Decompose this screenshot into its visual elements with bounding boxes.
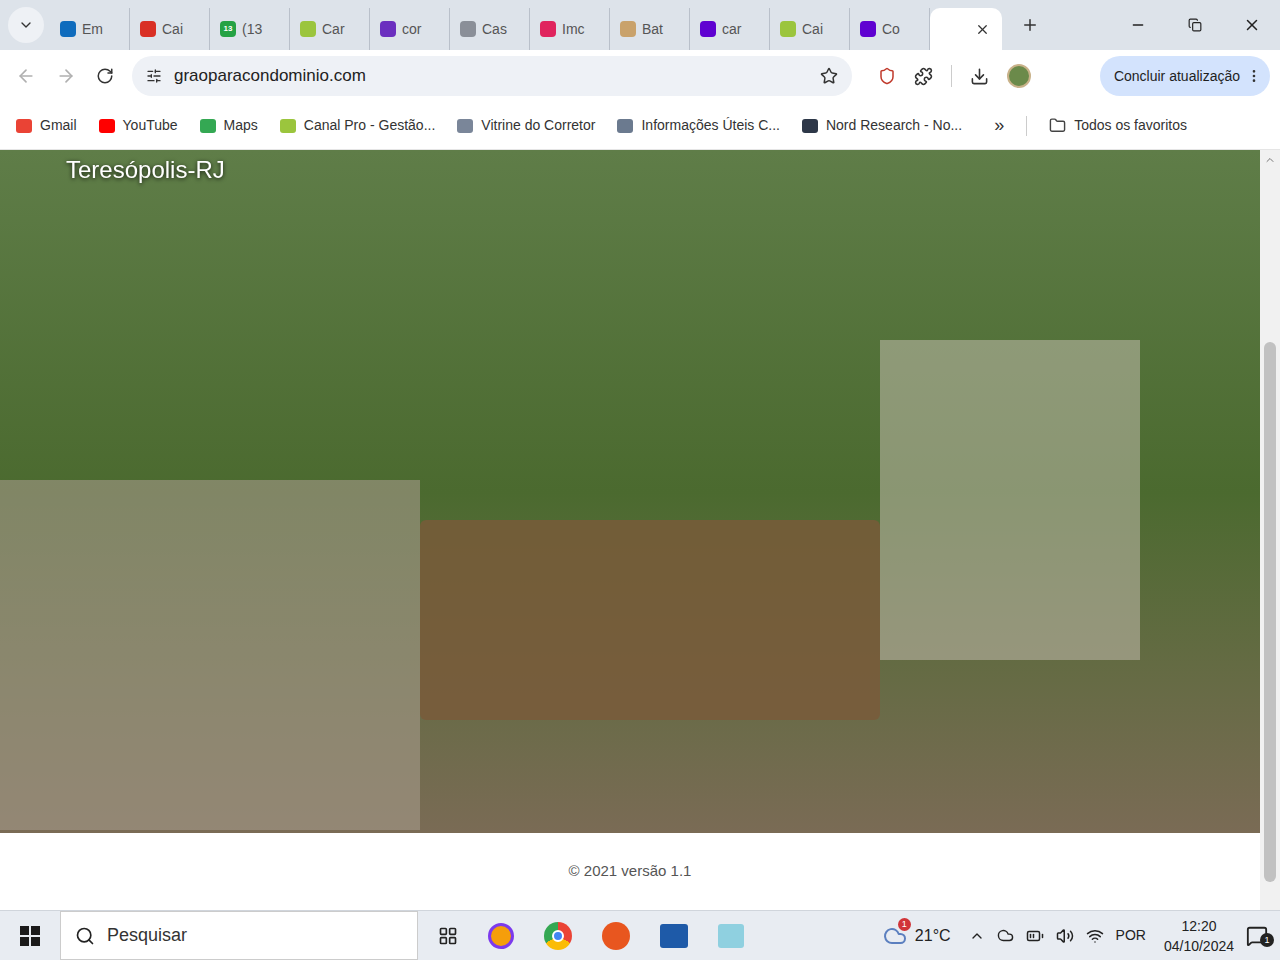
tab[interactable]: Car bbox=[290, 8, 370, 50]
tab[interactable]: 13(13 bbox=[210, 8, 290, 50]
task-view-icon[interactable] bbox=[438, 926, 458, 946]
bookmark-icon bbox=[457, 119, 473, 133]
taskbar: Pesquisar 121°C POR 12:2004/10/2024 1 bbox=[0, 910, 1280, 960]
extension-icon[interactable] bbox=[878, 67, 896, 85]
bookmark-icon bbox=[99, 119, 115, 133]
tab[interactable] bbox=[930, 8, 1002, 50]
favicon-icon bbox=[540, 21, 556, 37]
volume-icon[interactable] bbox=[1056, 927, 1074, 945]
scrollbar[interactable] bbox=[1260, 150, 1280, 910]
page: Teresópolis-RJ © 2021 versão 1.1 bbox=[0, 150, 1280, 910]
scroll-thumb[interactable] bbox=[1264, 342, 1276, 882]
site-info-icon[interactable] bbox=[146, 68, 162, 84]
tab[interactable]: cor bbox=[370, 8, 450, 50]
tab[interactable]: Co bbox=[850, 8, 930, 50]
tab[interactable]: Em bbox=[50, 8, 130, 50]
address-bar[interactable]: graoparacondominio.com bbox=[132, 56, 852, 96]
minimize-button[interactable] bbox=[1109, 0, 1166, 50]
bookmarks-overflow[interactable]: » bbox=[994, 112, 1004, 139]
restore-button[interactable] bbox=[1166, 0, 1223, 50]
search-icon bbox=[75, 926, 95, 946]
notifications[interactable]: 1 bbox=[1234, 925, 1280, 947]
profile-avatar[interactable] bbox=[1007, 64, 1031, 88]
bookmark[interactable]: Gmail bbox=[16, 115, 77, 136]
tab-search-button[interactable] bbox=[8, 7, 44, 43]
app-icon[interactable] bbox=[488, 923, 514, 949]
bookmark[interactable]: Informações Úteis C... bbox=[617, 115, 780, 136]
toolbar: graoparacondominio.com Concluir atualizaç… bbox=[0, 50, 1280, 102]
bookmark[interactable]: Vitrine do Corretor bbox=[457, 115, 595, 136]
tab[interactable]: Cai bbox=[130, 8, 210, 50]
favicon-icon bbox=[620, 21, 636, 37]
plus-icon bbox=[1021, 16, 1039, 34]
bookmark[interactable]: Maps bbox=[200, 115, 258, 136]
favicon-icon: 13 bbox=[220, 21, 236, 37]
favicon-icon bbox=[860, 21, 876, 37]
chevron-down-icon bbox=[18, 17, 34, 33]
clock[interactable]: 12:2004/10/2024 bbox=[1164, 916, 1234, 956]
reload-icon[interactable] bbox=[96, 67, 114, 85]
forward-icon[interactable] bbox=[56, 66, 76, 86]
tab[interactable]: car bbox=[690, 8, 770, 50]
app-icon[interactable] bbox=[602, 922, 630, 950]
bookmarks-bar: Gmail YouTube Maps Canal Pro - Gestão... Vit… bbox=[0, 102, 1280, 150]
notification-badge: 1 bbox=[1260, 933, 1274, 947]
bookmark-icon bbox=[200, 119, 216, 133]
minimize-icon bbox=[1130, 17, 1146, 33]
favicon-icon bbox=[380, 21, 396, 37]
close-window-button[interactable] bbox=[1223, 0, 1280, 50]
favicon-icon bbox=[140, 21, 156, 37]
battery-icon[interactable] bbox=[1026, 927, 1044, 945]
folder-icon bbox=[1049, 117, 1066, 134]
all-bookmarks[interactable]: Todos os favoritos bbox=[1049, 115, 1187, 136]
download-icon[interactable] bbox=[970, 67, 989, 86]
hero-photo: Teresópolis-RJ bbox=[0, 150, 1260, 833]
new-tab-button[interactable] bbox=[1014, 9, 1046, 41]
update-button[interactable]: Concluir atualização bbox=[1100, 56, 1270, 96]
weather[interactable]: 121°C bbox=[883, 924, 951, 948]
bookmark-icon bbox=[280, 119, 296, 133]
bookmark[interactable]: YouTube bbox=[99, 115, 178, 136]
onedrive-icon[interactable] bbox=[997, 927, 1014, 944]
chrome-icon[interactable] bbox=[544, 922, 572, 950]
scroll-up-icon[interactable] bbox=[1264, 154, 1276, 166]
favicon-icon bbox=[460, 21, 476, 37]
screen: EmCai13(13CarcorCasImcBatcarCaiCograopar… bbox=[0, 0, 1280, 960]
bookmark[interactable]: Canal Pro - Gestão... bbox=[280, 115, 436, 136]
restore-icon bbox=[1188, 18, 1202, 32]
tray-expand-icon[interactable] bbox=[969, 928, 985, 944]
menu-icon bbox=[1246, 68, 1262, 84]
tab-strip: EmCai13(13CarcorCasImcBatcarCaiCo bbox=[0, 0, 1280, 50]
favicon-icon bbox=[300, 21, 316, 37]
wifi-icon[interactable] bbox=[1086, 927, 1104, 945]
weather-badge: 1 bbox=[898, 918, 911, 931]
bookmark-icon bbox=[802, 119, 818, 133]
bookmark[interactable]: Nord Research - No... bbox=[802, 115, 962, 136]
tab[interactable]: Bat bbox=[610, 8, 690, 50]
favicon-icon bbox=[700, 21, 716, 37]
favicon-icon bbox=[780, 21, 796, 37]
windows-icon bbox=[20, 926, 40, 946]
app-icon[interactable] bbox=[718, 924, 744, 948]
bookmark-icon bbox=[617, 119, 633, 133]
star-icon[interactable] bbox=[820, 67, 838, 85]
app-icon[interactable] bbox=[660, 924, 688, 948]
start-button[interactable] bbox=[0, 911, 60, 960]
taskbar-search[interactable]: Pesquisar bbox=[60, 911, 418, 960]
footer: © 2021 versão 1.1 bbox=[0, 833, 1260, 910]
location-caption: Teresópolis-RJ bbox=[66, 152, 225, 188]
favicon-icon bbox=[60, 21, 76, 37]
tab[interactable]: Imc bbox=[530, 8, 610, 50]
language[interactable]: POR bbox=[1116, 925, 1146, 946]
bookmark-icon bbox=[16, 119, 32, 133]
close-icon bbox=[1243, 16, 1261, 34]
back-icon[interactable] bbox=[16, 66, 36, 86]
extensions-icon[interactable] bbox=[914, 67, 933, 86]
tab[interactable]: Cas bbox=[450, 8, 530, 50]
tab[interactable]: Cai bbox=[770, 8, 850, 50]
close-icon[interactable] bbox=[975, 22, 990, 37]
